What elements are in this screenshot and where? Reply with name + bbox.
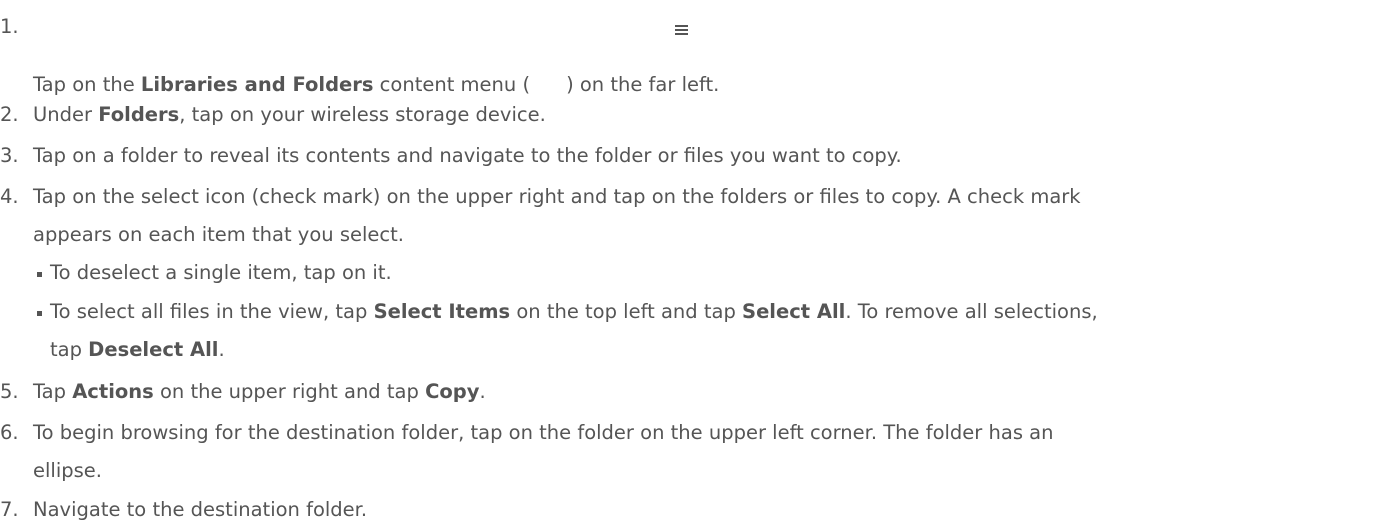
list-item-step-4: 4. Tap on the select icon (check mark) o… — [0, 185, 1375, 213]
step-text-line-2: appears on each item that you select. — [33, 223, 404, 246]
list-item-step-5: 5. Tap Actions on the upper right and ta… — [0, 380, 1375, 408]
step-text: Tap Actions on the upper right and tap C… — [33, 380, 486, 403]
step-text-line-1: To begin browsing for the destination fo… — [33, 421, 1054, 444]
sub-list-item-select-all: To select all files in the view, tap Sel… — [0, 300, 1375, 328]
list-item-step-6: 6. To begin browsing for the destination… — [0, 421, 1375, 449]
ui-term-select-items: Select Items — [373, 300, 511, 323]
sub-item-text-line-1: To select all files in the view, tap Sel… — [50, 300, 1098, 323]
ui-term-actions: Actions — [72, 380, 154, 403]
step-number: 3. — [0, 144, 19, 167]
sub-list-item-deselect: To deselect a single item, tap on it. — [0, 261, 1375, 289]
sub-list-item-select-all-continued: tap Deselect All. — [0, 338, 1375, 366]
ui-term-copy: Copy — [425, 380, 480, 403]
step-text: Tap on a folder to reveal its contents a… — [33, 144, 902, 167]
sub-item-text-line-2: tap Deselect All. — [50, 338, 225, 361]
step-number: 7. — [0, 498, 19, 521]
list-item-step-2: 2. Under Folders, tap on your wireless s… — [0, 103, 1375, 131]
list-item-step-4-continued: appears on each item that you select. — [0, 223, 1375, 251]
step-text: Tap on the Libraries and Folders content… — [33, 73, 720, 96]
step-number: 1. — [0, 15, 19, 38]
list-item-step-6-continued: ellipse. — [0, 459, 1375, 487]
ui-term-libraries-and-folders: Libraries and Folders — [140, 73, 374, 96]
menu-icon — [675, 25, 688, 35]
sub-item-text: To deselect a single item, tap on it. — [50, 261, 392, 284]
step-text-line-1: Tap on the select icon (check mark) on t… — [33, 185, 1081, 208]
step-number: 6. — [0, 421, 19, 444]
list-item-step-1: 1. Tap on the Libraries and Folders cont… — [0, 15, 1375, 96]
ui-term-deselect-all: Deselect All — [88, 338, 219, 361]
step-text: Navigate to the destination folder. — [33, 498, 368, 521]
bullet-icon — [37, 311, 42, 316]
list-item-step-7: 7. Navigate to the destination folder. — [0, 498, 1375, 526]
list-item-step-3: 3. Tap on a folder to reveal its content… — [0, 144, 1375, 172]
step-text-line-2: ellipse. — [33, 459, 102, 482]
step-number: 4. — [0, 185, 19, 208]
ui-term-select-all: Select All — [742, 300, 846, 323]
bullet-icon — [37, 272, 42, 277]
step-number: 2. — [0, 103, 19, 126]
step-number: 5. — [0, 380, 19, 403]
ui-term-folders: Folders — [98, 103, 180, 126]
step-text: Under Folders, tap on your wireless stor… — [33, 103, 546, 126]
